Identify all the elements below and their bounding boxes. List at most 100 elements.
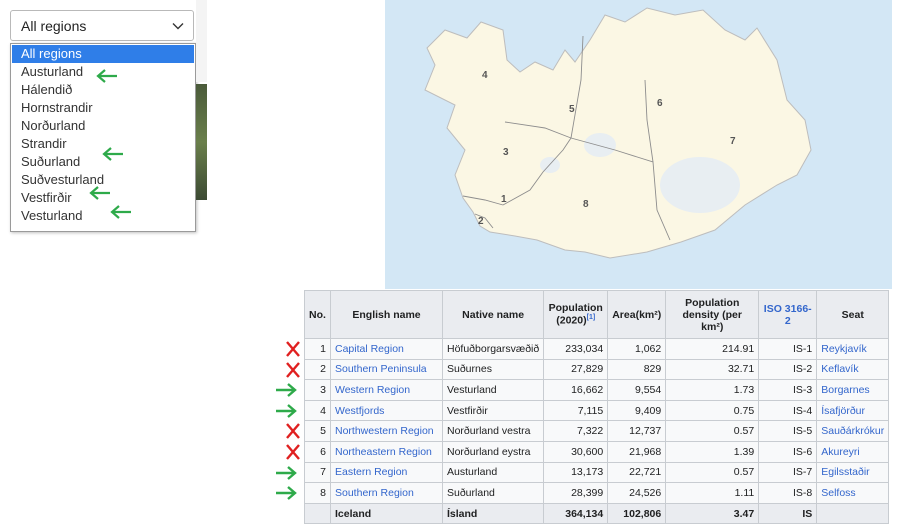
col-header-native[interactable]: Native name xyxy=(441,290,545,339)
glacier xyxy=(660,157,740,213)
cell-area: 12,737 xyxy=(607,420,667,442)
cell-english[interactable]: Capital Region xyxy=(330,338,443,360)
cell-population: 27,829 xyxy=(543,358,609,381)
map-label-8: 8 xyxy=(583,199,589,210)
cell-english[interactable]: Eastern Region xyxy=(330,461,443,484)
cell-area: 22,721 xyxy=(607,461,667,484)
cell-iso: IS-4 xyxy=(758,399,818,422)
table-row: 7 Eastern Region Austurland 13,173 22,721 0.5… xyxy=(304,461,890,484)
map-label-2: 2 xyxy=(478,216,484,227)
cell-population: 16,662 xyxy=(543,379,609,401)
cell-population: 30,600 xyxy=(543,440,609,463)
cell-english[interactable]: Western Region xyxy=(330,379,443,401)
arrow-right-icon xyxy=(276,465,297,480)
cell-no: 8 xyxy=(304,482,331,504)
cell-native: Suðurland xyxy=(441,482,545,504)
cell-density: 32.71 xyxy=(665,358,760,381)
map-label-5: 5 xyxy=(569,104,575,115)
option-hornstrandir[interactable]: Hornstrandir xyxy=(12,99,194,117)
cell-population: 13,173 xyxy=(543,461,609,484)
table-row: 1 Capital Region Höfuðborgarsvæðið 233,034 1… xyxy=(304,338,890,360)
cell-iso: IS-3 xyxy=(758,379,818,401)
cell-area: 9,409 xyxy=(607,399,667,422)
col-header-no[interactable]: No. xyxy=(304,290,331,339)
region-select[interactable]: All regions xyxy=(10,10,194,41)
option-vesturland[interactable]: Vesturland xyxy=(12,207,194,225)
glacier xyxy=(584,133,616,157)
table-row: 8 Southern Region Suðurland 28,399 24,526 1.1… xyxy=(304,482,890,504)
option-halendid[interactable]: Hálendið xyxy=(12,81,194,99)
total-empty xyxy=(816,502,890,525)
arrow-icon xyxy=(89,186,110,200)
cell-english[interactable]: Westfjords xyxy=(330,399,443,422)
cell-iso: IS-6 xyxy=(758,440,818,463)
table-total-row: Iceland Ísland 364,134 102,806 3.47 IS xyxy=(304,502,890,525)
cell-seat[interactable]: Akureyri xyxy=(816,440,890,463)
cell-english[interactable]: Northeastern Region xyxy=(330,440,443,463)
cell-english[interactable]: Southern Region xyxy=(330,482,443,504)
cell-no: 6 xyxy=(304,440,331,463)
arrow-right-icon xyxy=(276,383,297,398)
background-page-edge xyxy=(196,0,207,82)
cell-native: Vestfirðir xyxy=(441,399,545,422)
col-header-population[interactable]: Population (2020)[1] xyxy=(543,290,609,339)
cell-area: 829 xyxy=(607,358,667,381)
total-english: Iceland xyxy=(330,502,443,525)
map-label-1: 1 xyxy=(501,194,507,205)
cell-seat[interactable]: Sauðárkrókur xyxy=(816,420,890,442)
cell-english[interactable]: Northwestern Region xyxy=(330,420,443,442)
cell-population: 7,322 xyxy=(543,420,609,442)
map-label-4: 4 xyxy=(482,70,488,81)
select-value: All regions xyxy=(21,18,87,34)
cross-icon xyxy=(286,341,300,357)
arrow-right-icon xyxy=(276,403,297,418)
table-row: 4 Westfjords Vestfirðir 7,115 9,409 0.75 IS-4 Í… xyxy=(304,399,890,422)
population-ref-link[interactable]: [1] xyxy=(587,314,596,321)
cell-native: Austurland xyxy=(441,461,545,484)
cell-no: 7 xyxy=(304,461,331,484)
col-header-seat[interactable]: Seat xyxy=(816,290,890,339)
chevron-down-icon xyxy=(172,23,184,30)
cell-seat[interactable]: Ísafjörður xyxy=(816,399,890,422)
cell-iso: IS-2 xyxy=(758,358,818,381)
cell-no: 4 xyxy=(304,399,331,422)
total-iso: IS xyxy=(758,502,818,525)
cell-seat[interactable]: Borgarnes xyxy=(816,379,890,401)
cell-seat[interactable]: Egilsstaðir xyxy=(816,461,890,484)
background-photo-edge xyxy=(196,84,207,200)
total-empty xyxy=(304,502,331,525)
total-area: 102,806 xyxy=(607,502,667,525)
option-nordurland[interactable]: Norðurland xyxy=(12,117,194,135)
arrow-icon xyxy=(110,205,131,219)
cell-density: 0.75 xyxy=(665,399,760,422)
cell-population: 7,115 xyxy=(543,399,609,422)
col-header-english[interactable]: English name xyxy=(330,290,443,339)
col-header-area[interactable]: Area(km²) xyxy=(607,290,667,339)
cell-density: 1.11 xyxy=(665,482,760,504)
cell-native: Höfuðborgarsvæðið xyxy=(441,338,545,360)
col-header-iso[interactable]: ISO 3166-2 xyxy=(758,290,818,339)
cross-icon xyxy=(286,361,300,378)
cell-seat[interactable]: Selfoss xyxy=(816,482,890,504)
map-label-6: 6 xyxy=(657,98,663,109)
cell-population: 233,034 xyxy=(543,338,609,360)
cell-area: 1,062 xyxy=(607,338,667,360)
cell-seat[interactable]: Keflavík xyxy=(816,358,890,381)
table-header-row: No. English name Native name Population … xyxy=(304,290,890,339)
regions-table: No. English name Native name Population … xyxy=(304,290,890,525)
total-native: Ísland xyxy=(441,502,545,525)
cross-icon xyxy=(286,444,300,460)
cell-english[interactable]: Southern Peninsula xyxy=(330,358,443,381)
arrow-icon xyxy=(96,69,117,83)
cell-seat[interactable]: Reykjavík xyxy=(816,338,890,360)
cell-no: 3 xyxy=(304,379,331,401)
map-label-3: 3 xyxy=(503,147,509,158)
table-row: 2 Southern Peninsula Suðurnes 27,829 829 32.7… xyxy=(304,358,890,381)
cell-no: 2 xyxy=(304,358,331,381)
total-population: 364,134 xyxy=(543,502,609,525)
option-all-regions[interactable]: All regions xyxy=(12,45,194,63)
col-header-density[interactable]: Population density (per km²) xyxy=(665,290,760,339)
cell-density: 214.91 xyxy=(665,338,760,360)
table-row: 6 Northeastern Region Norðurland eystra 30,… xyxy=(304,440,890,463)
iceland-regions-map: 4 5 6 3 7 8 1 2 xyxy=(385,0,892,289)
